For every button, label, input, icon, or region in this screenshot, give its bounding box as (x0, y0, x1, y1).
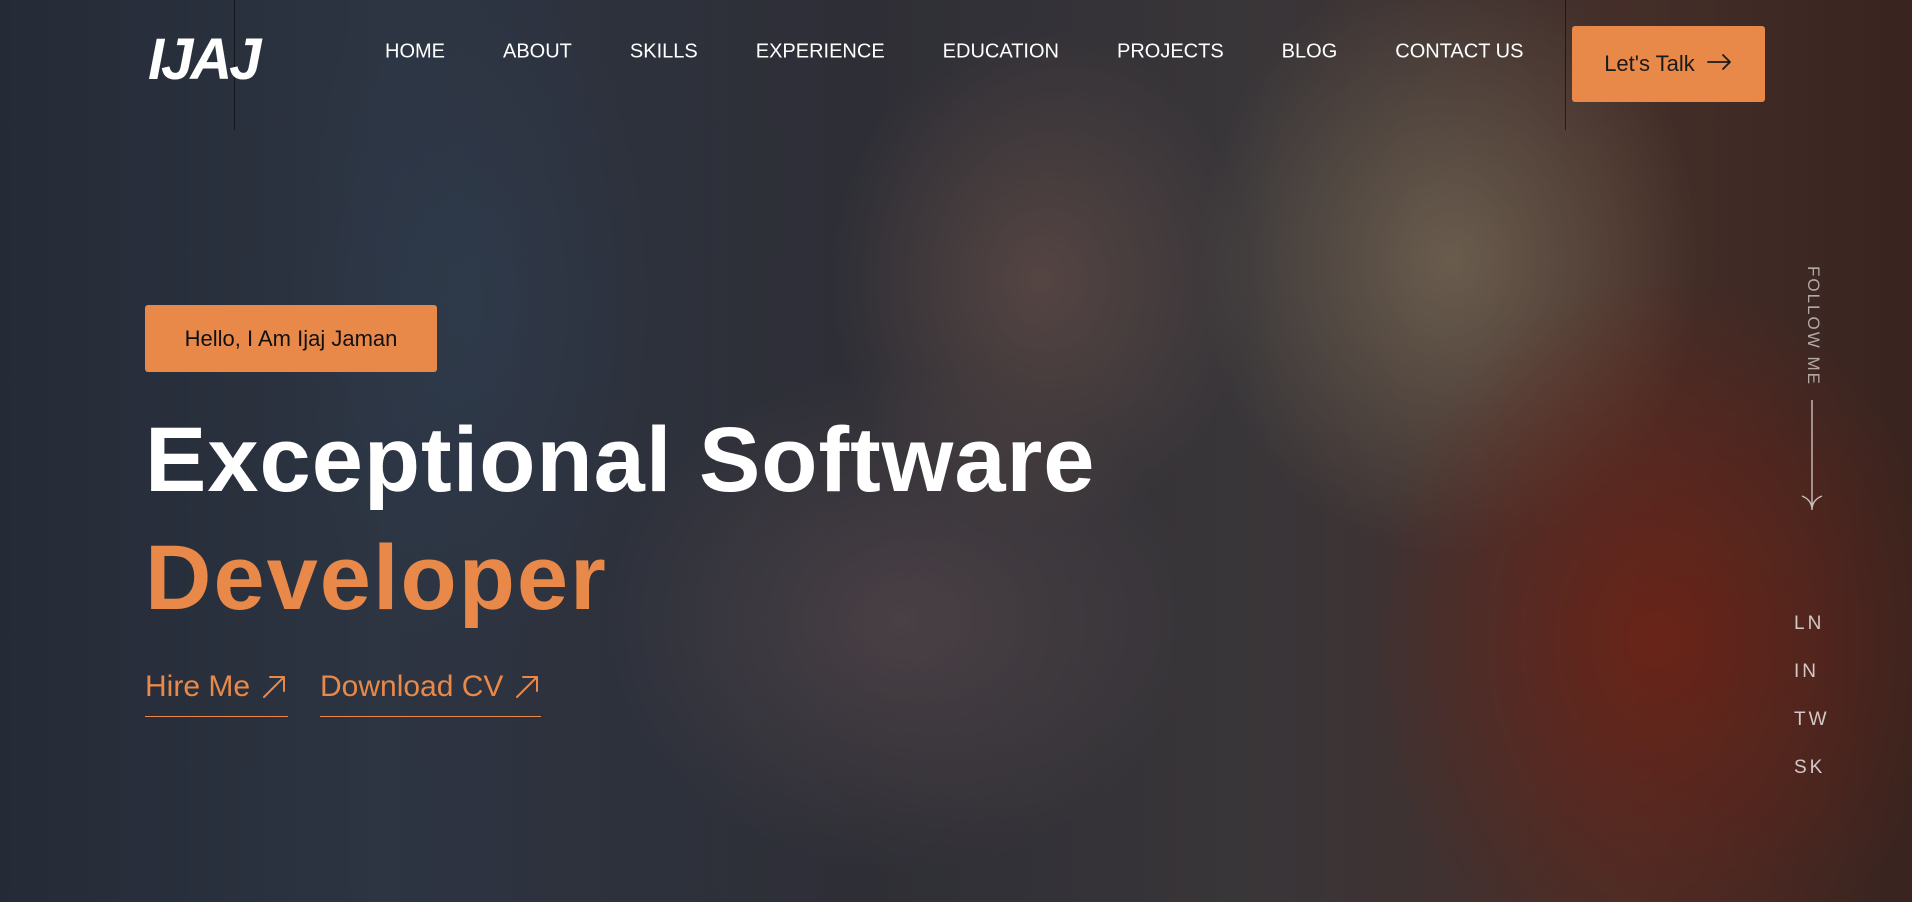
social-link-tw[interactable]: TW (1794, 709, 1830, 731)
nav-item-about[interactable]: ABOUT (503, 41, 572, 64)
hire-me-label: Hire Me (145, 670, 251, 703)
site-logo[interactable]: IJAJ (148, 28, 262, 92)
social-link-ln[interactable]: LN (1794, 613, 1824, 635)
nav-item-projects[interactable]: PROJECTS (1117, 41, 1224, 64)
nav-item-home[interactable]: HOME (385, 41, 445, 64)
headline-line-1: Exceptional Software (145, 409, 1096, 511)
hero-section: IJAJ HOME ABOUT SKILLS EXPERIENCE EDUCAT… (0, 0, 1912, 902)
lets-talk-label: Let's Talk (1604, 51, 1695, 76)
nav-item-skills[interactable]: SKILLS (630, 41, 698, 64)
arrow-up-right-icon (260, 673, 288, 701)
social-link-in[interactable]: IN (1794, 661, 1819, 683)
hire-me-link[interactable]: Hire Me (145, 670, 289, 717)
arrow-down-icon (1800, 400, 1824, 517)
nav-item-education[interactable]: EDUCATION (943, 41, 1059, 64)
arrow-up-right-icon (513, 673, 541, 701)
main-nav: HOME ABOUT SKILLS EXPERIENCE EDUCATION P… (385, 41, 1523, 64)
lets-talk-button[interactable]: Let's Talk (1572, 26, 1765, 102)
download-cv-link[interactable]: Download CV (320, 670, 542, 717)
arrow-right-icon (1706, 51, 1733, 77)
nav-item-contact-us[interactable]: CONTACT US (1395, 41, 1523, 64)
divider-line-right (1565, 0, 1566, 130)
nav-item-experience[interactable]: EXPERIENCE (756, 41, 885, 64)
headline-line-2: Developer (145, 527, 608, 629)
follow-me-label: FOLLOW ME (1804, 266, 1823, 387)
follow-me-label-wrap: FOLLOW ME (1797, 266, 1827, 386)
nav-item-blog[interactable]: BLOG (1282, 41, 1338, 64)
greeting-badge: Hello, I Am Ijaj Jaman (145, 305, 437, 372)
download-cv-label: Download CV (320, 670, 504, 703)
social-link-sk[interactable]: SK (1794, 757, 1825, 779)
greeting-text: Hello, I Am Ijaj Jaman (184, 325, 398, 351)
